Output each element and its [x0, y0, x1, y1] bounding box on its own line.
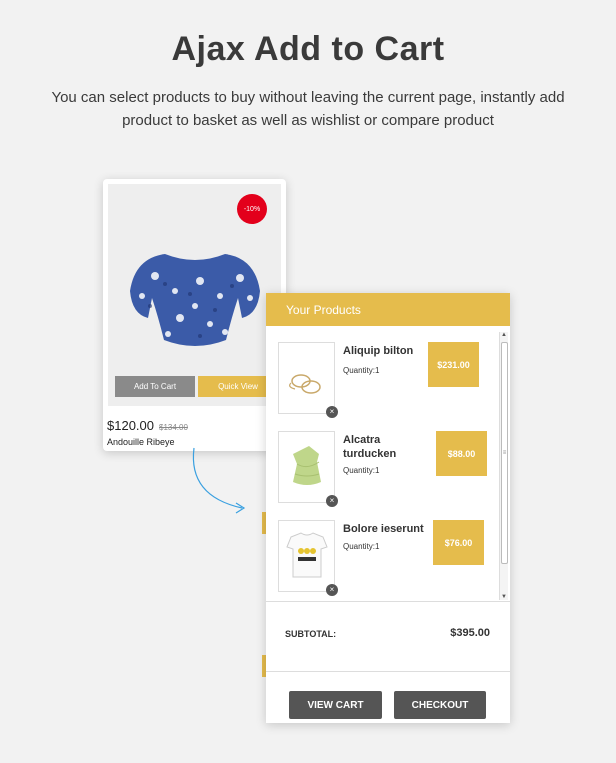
cart-item-quantity: Quantity:1 — [343, 366, 380, 375]
product-old-price: $134.00 — [159, 423, 188, 432]
add-to-cart-button[interactable]: Add To Cart — [115, 376, 195, 397]
green-top-image — [293, 446, 321, 485]
cart-header: Your Products — [266, 293, 510, 326]
product-card[interactable]: -10% Add To Cart Quick View $120.00 $134… — [103, 179, 286, 451]
cart-item-price: $88.00 — [436, 431, 487, 476]
cart-item-name[interactable]: Bolore ieserunt — [343, 522, 425, 536]
cart-item-price: $76.00 — [433, 520, 484, 565]
cart-item: × Bolore ieserunt Quantity:1 $76.00 — [278, 520, 493, 600]
remove-item-icon[interactable]: × — [326, 406, 338, 418]
subtotal-label: SUBTOTAL: — [285, 629, 337, 639]
product-name[interactable]: Andouille Ribeye — [107, 437, 175, 447]
cart-scrollbar[interactable]: ▲ ≡ ▼ — [499, 332, 508, 600]
scroll-down-icon[interactable]: ▼ — [501, 594, 507, 600]
remove-item-icon[interactable]: × — [326, 495, 338, 507]
cart-item-quantity: Quantity:1 — [343, 542, 380, 551]
cart-item: × Alcatra turducken Quantity:1 $88.00 — [278, 431, 493, 511]
price-row: $120.00 $134.00 — [107, 418, 188, 433]
cart-item: × Aliquip bilton Quantity:1 $231.00 — [278, 342, 493, 422]
mini-cart-panel: Your Products ▲ ≡ ▼ × Aliquip bilton Qua… — [266, 293, 510, 723]
scroll-up-icon[interactable]: ▲ — [501, 332, 507, 338]
subtotal-value: $395.00 — [450, 627, 490, 639]
cart-item-thumbnail[interactable] — [278, 431, 335, 503]
checkout-button[interactable]: CHECKOUT — [394, 691, 486, 719]
scroll-thumb[interactable]: ≡ — [501, 342, 508, 564]
cart-item-thumbnail[interactable] — [278, 520, 335, 592]
tshirt-image — [286, 532, 328, 578]
view-cart-button[interactable]: VIEW CART — [289, 691, 382, 719]
divider — [266, 601, 510, 602]
cart-item-thumbnail[interactable] — [278, 342, 335, 414]
cart-item-price: $231.00 — [428, 342, 479, 387]
cart-item-name[interactable]: Aliquip bilton — [343, 344, 425, 358]
blouse-image — [130, 254, 260, 346]
remove-item-icon[interactable]: × — [326, 584, 338, 596]
cart-item-name[interactable]: Alcatra turducken — [343, 433, 425, 461]
arrow-icon — [192, 447, 246, 514]
product-image[interactable]: -10% Add To Cart Quick View — [108, 184, 281, 406]
page-subline: You can select products to buy without l… — [51, 89, 565, 129]
sale-badge: -10% — [237, 194, 267, 224]
product-price: $120.00 — [107, 418, 154, 433]
cart-item-quantity: Quantity:1 — [343, 466, 380, 475]
page-headline: Ajax Add to Cart — [171, 30, 445, 68]
earrings-image — [289, 374, 321, 394]
divider — [266, 671, 510, 672]
